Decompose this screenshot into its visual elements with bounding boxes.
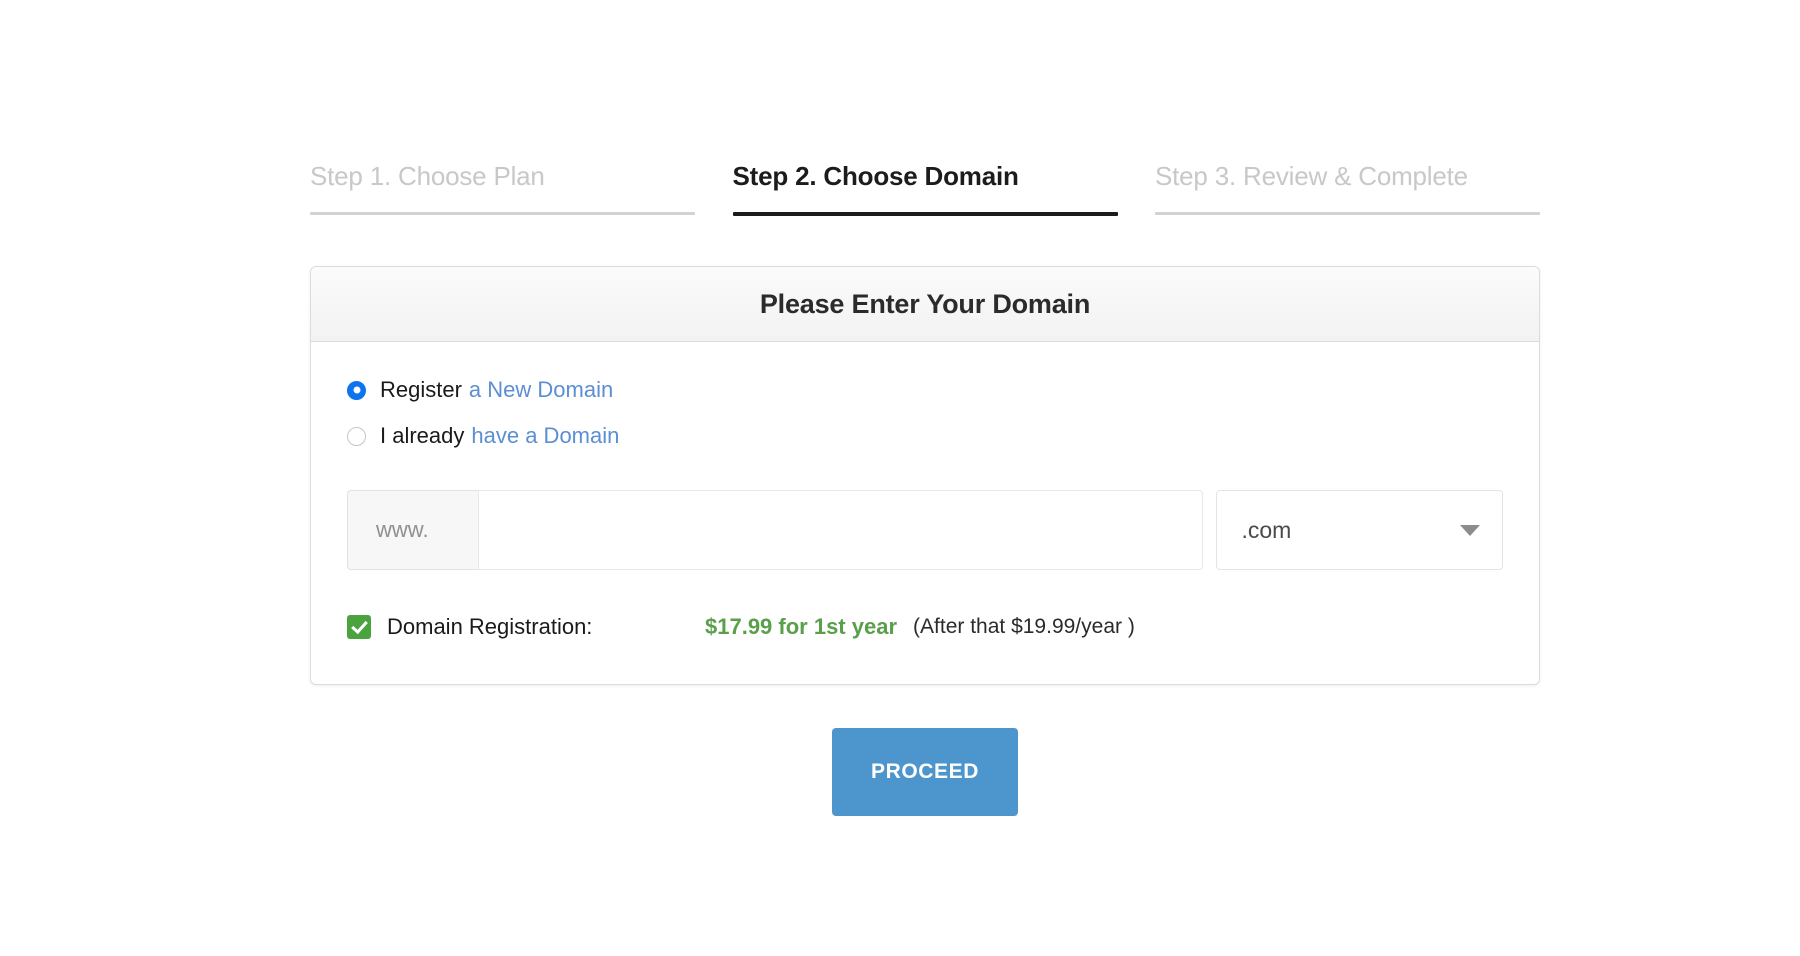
- step-label-3: Step 3. Review & Complete: [1155, 160, 1540, 212]
- domain-registration-price: $17.99 for 1st year: [705, 614, 897, 640]
- www-prefix-addon: www.: [347, 490, 478, 570]
- step-item-choose-domain[interactable]: Step 2. Choose Domain: [733, 160, 1118, 216]
- step-label-1: Step 1. Choose Plan: [310, 160, 695, 212]
- step-rule-3: [1155, 212, 1540, 215]
- tld-select[interactable]: .com: [1216, 490, 1503, 570]
- option-already-have-domain[interactable]: I already have a Domain: [347, 422, 1503, 450]
- domain-registration-renewal-note: (After that $19.99/year ): [913, 615, 1135, 639]
- checkout-step-bar: Step 1. Choose Plan Step 2. Choose Domai…: [310, 160, 1540, 216]
- link-a-new-domain[interactable]: a New Domain: [469, 376, 613, 404]
- domain-input-row: www. .com: [347, 490, 1503, 570]
- link-have-a-domain[interactable]: have a Domain: [471, 422, 619, 450]
- option-register-new-domain[interactable]: Register a New Domain: [347, 376, 1503, 404]
- domain-name-input[interactable]: [478, 490, 1203, 570]
- domain-registration-label: Domain Registration:: [387, 614, 705, 640]
- proceed-button[interactable]: PROCEED: [832, 728, 1018, 816]
- step-label-2: Step 2. Choose Domain: [733, 160, 1118, 212]
- page-title: Please Enter Your Domain: [760, 289, 1090, 320]
- option-register-label: Register: [380, 376, 462, 404]
- tld-selected-value: .com: [1241, 517, 1291, 544]
- step-rule-2: [733, 212, 1118, 216]
- option-already-label: I already: [380, 422, 464, 450]
- domain-panel: Please Enter Your Domain Register a New …: [310, 266, 1540, 685]
- domain-registration-row: Domain Registration: $17.99 for 1st year…: [347, 612, 1503, 642]
- domain-input-group: www.: [347, 490, 1203, 570]
- domain-panel-header: Please Enter Your Domain: [311, 267, 1539, 342]
- step-rule-1: [310, 212, 695, 215]
- step-item-choose-plan[interactable]: Step 1. Choose Plan: [310, 160, 695, 215]
- radio-unchecked-icon[interactable]: [347, 427, 366, 446]
- radio-checked-icon[interactable]: [347, 381, 366, 400]
- checkout-page: Step 1. Choose Plan Step 2. Choose Domai…: [0, 0, 1800, 956]
- chevron-down-icon: [1460, 525, 1480, 536]
- proceed-button-area: PROCEED: [310, 728, 1540, 816]
- step-item-review-complete[interactable]: Step 3. Review & Complete: [1155, 160, 1540, 215]
- domain-registration-checkbox[interactable]: [347, 615, 371, 639]
- domain-panel-body: Register a New Domain I already have a D…: [311, 342, 1539, 684]
